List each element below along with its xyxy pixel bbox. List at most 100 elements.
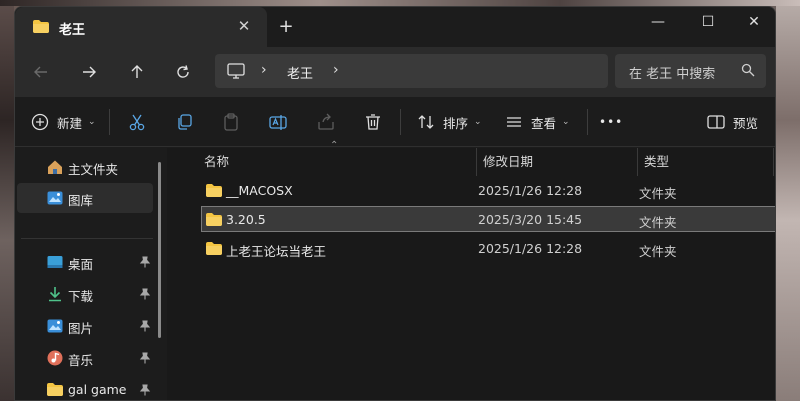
pin-icon xyxy=(139,256,151,268)
clipboard-icon xyxy=(224,113,238,131)
sidebar-item-label: 图库 xyxy=(68,193,94,208)
desktop-wallpaper-left xyxy=(0,0,14,401)
toolbar-divider xyxy=(400,109,401,135)
search-icon xyxy=(741,63,755,77)
up-button[interactable] xyxy=(125,60,149,84)
file-name: 3.20.5 xyxy=(226,212,266,227)
minimize-button[interactable]: — xyxy=(635,7,681,39)
music-icon xyxy=(47,350,63,366)
file-explorer-window: 老王 ✕ + — ☐ ✕ › 老王 › 在 老王 中搜索 新建 ⌄ 排序 ⌄ 查… xyxy=(14,6,776,401)
download-icon xyxy=(49,287,61,302)
plus-circle-icon xyxy=(31,113,49,131)
sidebar-item-music[interactable]: 音乐 xyxy=(17,343,153,373)
search-input[interactable]: 在 老王 中搜索 xyxy=(629,63,715,82)
arrow-left-icon xyxy=(34,66,47,78)
address-bar[interactable]: › 老王 › xyxy=(215,54,608,88)
delete-button[interactable] xyxy=(364,110,382,134)
tab-title: 老王 xyxy=(59,23,86,38)
new-tab-button[interactable]: + xyxy=(275,16,297,38)
column-divider[interactable] xyxy=(476,148,477,176)
column-header-date[interactable]: 修改日期 xyxy=(483,148,533,176)
new-button[interactable]: 新建 ⌄ xyxy=(31,110,96,134)
file-name: 上老王论坛当老王 xyxy=(226,244,327,259)
desktop-wallpaper-right xyxy=(776,0,800,401)
file-date: 2025/3/20 15:45 xyxy=(478,212,583,227)
more-options-button[interactable]: ••• xyxy=(599,110,623,134)
preview-pane-icon xyxy=(707,115,725,129)
cut-button[interactable] xyxy=(128,110,146,134)
pictures-icon xyxy=(47,319,63,333)
pin-icon xyxy=(139,320,151,332)
pin-icon xyxy=(139,352,151,364)
file-list-pane: ⌃ 名称 修改日期 类型 __MACOSX 2025/1/26 12:28 文件… xyxy=(167,140,775,400)
home-icon xyxy=(48,160,62,174)
chevron-down-icon: ⌄ xyxy=(88,117,96,127)
sidebar-item-label: 下载 xyxy=(68,289,94,304)
computer-icon xyxy=(227,63,245,79)
sidebar-item-gal-game[interactable]: gal game xyxy=(17,375,153,400)
title-bar: 老王 ✕ + — ☐ ✕ xyxy=(15,7,775,47)
arrow-up-icon xyxy=(131,65,143,78)
sidebar-item-label: 音乐 xyxy=(68,353,94,368)
file-date: 2025/1/26 12:28 xyxy=(478,241,583,256)
arrow-right-icon xyxy=(83,66,96,78)
chevron-up-icon: ⌃ xyxy=(330,140,339,151)
sidebar-item-gallery[interactable]: 图库 xyxy=(17,183,153,213)
column-divider[interactable] xyxy=(637,148,638,176)
sort-icon xyxy=(418,115,434,129)
rename-icon xyxy=(269,115,287,130)
sidebar-item-pictures[interactable]: 图片 xyxy=(17,311,153,341)
chevron-down-icon: ⌄ xyxy=(474,117,482,127)
tab-laowang[interactable]: 老王 ✕ xyxy=(15,7,267,47)
column-header-type[interactable]: 类型 xyxy=(644,148,669,176)
file-date: 2025/1/26 12:28 xyxy=(478,183,583,198)
chevron-right-icon: › xyxy=(261,62,267,78)
gallery-icon xyxy=(47,191,63,205)
sidebar-item-home[interactable]: 主文件夹 xyxy=(17,152,153,182)
table-row[interactable]: 上老王论坛当老王 2025/1/26 12:28 文件夹 xyxy=(187,235,775,261)
column-divider[interactable] xyxy=(773,148,774,176)
close-tab-button[interactable]: ✕ xyxy=(233,15,255,37)
folder-icon xyxy=(206,242,222,255)
navigation-pane: 主文件夹 图库 桌面 下载 图片 音乐 gal game xyxy=(15,148,167,400)
copy-button[interactable] xyxy=(175,110,193,134)
sidebar-item-desktop[interactable]: 桌面 xyxy=(17,247,153,277)
chevron-right-icon[interactable]: › xyxy=(333,62,339,78)
copy-icon xyxy=(178,114,192,130)
sidebar-item-label: gal game xyxy=(68,382,127,397)
table-row[interactable]: __MACOSX 2025/1/26 12:28 文件夹 xyxy=(187,177,775,203)
navigation-bar: › 老王 › 在 老王 中搜索 xyxy=(15,47,775,97)
share-button[interactable] xyxy=(317,110,335,134)
toolbar-divider xyxy=(109,109,110,135)
scissors-icon xyxy=(129,114,145,131)
back-button[interactable] xyxy=(29,60,53,84)
new-label: 新建 xyxy=(57,115,83,131)
share-icon xyxy=(318,113,334,130)
paste-button[interactable] xyxy=(222,110,240,134)
view-label: 查看 xyxy=(531,115,557,131)
pin-icon xyxy=(139,384,151,396)
folder-icon xyxy=(206,184,222,197)
file-name: __MACOSX xyxy=(226,183,293,198)
column-header-name[interactable]: 名称 xyxy=(204,148,229,176)
search-box[interactable]: 在 老王 中搜索 xyxy=(615,54,766,88)
preview-pane-button[interactable]: 预览 xyxy=(707,110,758,134)
folder-icon xyxy=(33,20,49,33)
refresh-icon xyxy=(177,65,189,78)
chevron-down-icon: ⌄ xyxy=(562,117,570,127)
file-type: 文件夹 xyxy=(639,186,677,201)
rename-button[interactable] xyxy=(269,110,287,134)
close-window-button[interactable]: ✕ xyxy=(731,7,775,39)
sidebar-item-label: 图片 xyxy=(68,321,94,336)
table-row[interactable]: 3.20.5 2025/3/20 15:45 文件夹 xyxy=(201,206,775,232)
maximize-button[interactable]: ☐ xyxy=(685,7,731,39)
refresh-button[interactable] xyxy=(171,60,195,84)
forward-button[interactable] xyxy=(77,60,101,84)
view-button[interactable]: 查看 ⌄ xyxy=(505,110,570,134)
sidebar-item-downloads[interactable]: 下载 xyxy=(17,279,153,309)
sidebar-item-label: 主文件夹 xyxy=(68,162,119,177)
sort-button[interactable]: 排序 ⌄ xyxy=(417,110,482,134)
breadcrumb-laowang[interactable]: 老王 xyxy=(287,63,313,82)
sidebar-scrollbar[interactable] xyxy=(158,162,161,338)
desktop-icon xyxy=(47,256,63,268)
